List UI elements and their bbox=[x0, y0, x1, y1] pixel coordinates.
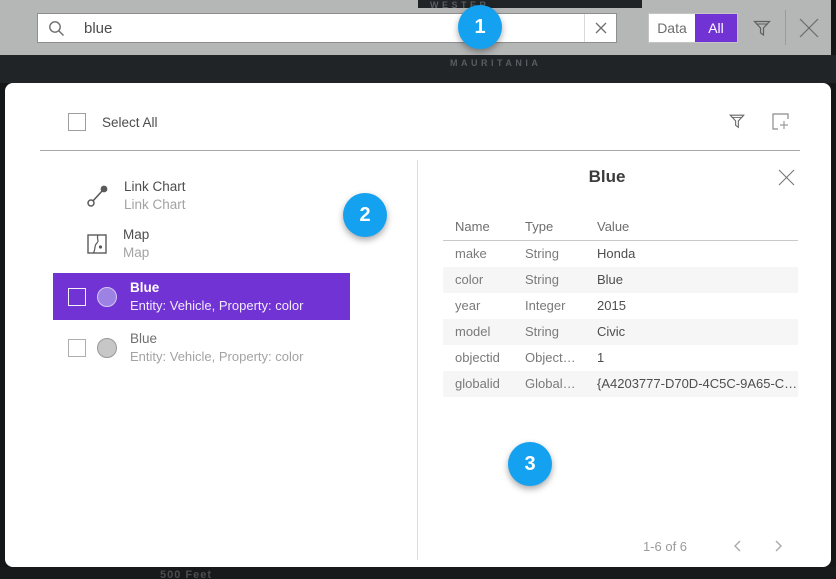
result-subtitle: Entity: Vehicle, Property: color bbox=[130, 297, 303, 315]
result-checkbox[interactable] bbox=[68, 288, 86, 306]
table-row: model String Civic bbox=[443, 319, 798, 345]
table-row: globalid Global… {A4203777-D70D-4C5C-9A6… bbox=[443, 371, 798, 397]
add-to-selection-icon[interactable] bbox=[771, 112, 790, 131]
result-title: Blue bbox=[130, 330, 303, 348]
cell-name: model bbox=[455, 319, 490, 345]
cell-type: String bbox=[525, 267, 559, 293]
map-country-label: MAURITANIA bbox=[450, 58, 541, 68]
result-row-blue-selected[interactable]: Blue Entity: Vehicle, Property: color bbox=[53, 273, 350, 320]
result-title: Blue bbox=[130, 279, 303, 297]
result-text: Blue Entity: Vehicle, Property: color bbox=[130, 330, 303, 366]
table-row: objectid Object… 1 bbox=[443, 345, 798, 371]
cell-value: {A4203777-D70D-4C5C-9A65-C… bbox=[597, 371, 797, 397]
table-row: year Integer 2015 bbox=[443, 293, 798, 319]
panel-header-divider bbox=[40, 150, 800, 151]
annotation-badge-2: 2 bbox=[343, 193, 387, 237]
search-input[interactable] bbox=[74, 20, 584, 37]
cell-name: globalid bbox=[455, 371, 500, 397]
search-results-panel: Select All Link Chart Link Chart Map Ma bbox=[5, 83, 831, 567]
map-background-top: WESTER bbox=[418, 0, 642, 8]
result-title: Link Chart bbox=[124, 178, 186, 196]
filter-icon[interactable] bbox=[752, 18, 772, 38]
cell-value: Blue bbox=[597, 267, 623, 293]
result-row-link-chart[interactable]: Link Chart Link Chart bbox=[86, 178, 186, 214]
table-row: make String Honda bbox=[443, 241, 798, 267]
search-clear-button[interactable] bbox=[584, 14, 616, 42]
table-row: color String Blue bbox=[443, 267, 798, 293]
result-row-map[interactable]: Map Map bbox=[87, 226, 149, 262]
result-text: Blue Entity: Vehicle, Property: color bbox=[130, 279, 303, 315]
entity-circle-icon bbox=[97, 287, 117, 307]
scope-option-all[interactable]: All bbox=[695, 14, 737, 42]
result-subtitle: Map bbox=[123, 244, 149, 262]
list-detail-divider bbox=[417, 160, 418, 560]
annotation-badge-1: 1 bbox=[458, 5, 502, 49]
result-subtitle: Entity: Vehicle, Property: color bbox=[130, 348, 303, 366]
result-subtitle: Link Chart bbox=[124, 196, 186, 214]
column-header-type: Type bbox=[525, 219, 553, 234]
result-title: Map bbox=[123, 226, 149, 244]
pagination-next-icon[interactable] bbox=[771, 539, 785, 553]
search-scope-toggle: Data All bbox=[648, 13, 738, 43]
select-all-label: Select All bbox=[102, 114, 158, 132]
map-icon bbox=[87, 234, 107, 254]
result-checkbox[interactable] bbox=[68, 339, 86, 357]
map-scale-label: 500 Feet bbox=[160, 569, 212, 579]
search-close-icon[interactable] bbox=[797, 16, 821, 40]
result-text: Link Chart Link Chart bbox=[124, 178, 186, 214]
scope-option-data[interactable]: Data bbox=[649, 14, 695, 42]
map-background: MAURITANIA bbox=[0, 55, 836, 83]
toolbar-divider bbox=[785, 10, 786, 45]
search-toolbar: Data All bbox=[0, 0, 831, 55]
cell-type: String bbox=[525, 241, 559, 267]
results-filter-icon[interactable] bbox=[728, 112, 746, 130]
cell-type: Global… bbox=[525, 371, 576, 397]
pagination-prev-icon[interactable] bbox=[731, 539, 745, 553]
cell-name: color bbox=[455, 267, 483, 293]
detail-title: Blue bbox=[417, 167, 797, 187]
column-header-value: Value bbox=[597, 219, 629, 234]
cell-value: 1 bbox=[597, 345, 604, 371]
search-icon bbox=[38, 20, 74, 37]
pagination-label: 1-6 of 6 bbox=[605, 538, 725, 556]
map-background-bottom: 500 Feet bbox=[0, 567, 836, 579]
result-text: Map Map bbox=[123, 226, 149, 262]
select-all-checkbox[interactable] bbox=[68, 113, 86, 131]
link-chart-icon bbox=[86, 184, 110, 208]
result-row-blue[interactable]: Blue Entity: Vehicle, Property: color bbox=[53, 325, 350, 370]
cell-type: Integer bbox=[525, 293, 565, 319]
cell-type: Object… bbox=[525, 345, 576, 371]
cell-name: objectid bbox=[455, 345, 500, 371]
search-field[interactable] bbox=[37, 13, 617, 43]
entity-circle-icon bbox=[97, 338, 117, 358]
cell-name: make bbox=[455, 241, 487, 267]
cell-type: String bbox=[525, 319, 559, 345]
annotation-badge-3: 3 bbox=[508, 442, 552, 486]
cell-value: Honda bbox=[597, 241, 635, 267]
cell-value: Civic bbox=[597, 319, 625, 345]
cell-value: 2015 bbox=[597, 293, 626, 319]
app-screen: MAURITANIA 500 Feet Data All WESTER bbox=[0, 0, 836, 579]
cell-name: year bbox=[455, 293, 480, 319]
detail-close-icon[interactable] bbox=[778, 169, 795, 186]
column-header-name: Name bbox=[455, 219, 490, 234]
attribute-table: make String Honda color String Blue year… bbox=[443, 241, 798, 397]
